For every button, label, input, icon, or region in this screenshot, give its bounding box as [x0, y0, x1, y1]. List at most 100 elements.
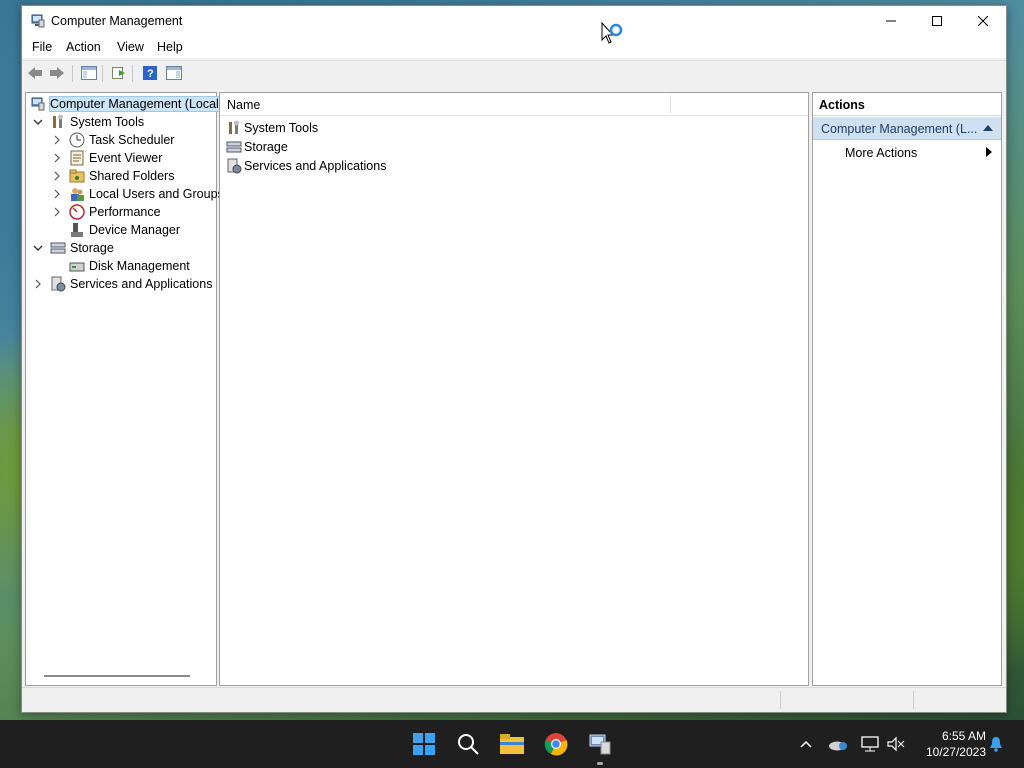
system-tools-icon [50, 114, 66, 130]
tree-item-event-viewer[interactable]: Event Viewer [51, 149, 162, 167]
chevron-right-icon[interactable] [32, 278, 44, 290]
actions-pane: Actions Computer Management (L... More A… [812, 92, 1002, 686]
minimize-icon [886, 20, 896, 22]
list-header: Name [220, 93, 808, 116]
toolbar: ? [22, 60, 1006, 86]
forward-button[interactable] [47, 64, 67, 82]
chevron-right-icon[interactable] [51, 170, 63, 182]
tree-item-performance[interactable]: Performance [51, 203, 161, 221]
clock-date: 10/27/2023 [925, 745, 986, 759]
tree-item-disk-management[interactable]: Disk Management [69, 257, 190, 275]
menu-view[interactable]: View [117, 40, 144, 54]
computer-management-icon [30, 96, 46, 112]
list-item-label: System Tools [244, 121, 319, 135]
tree-item-label: Disk Management [89, 259, 190, 273]
shared-folders-icon [69, 168, 85, 184]
horizontal-scrollbar[interactable] [44, 675, 190, 677]
tree-item-label: Device Manager [89, 223, 181, 237]
tree-item-label: Local Users and Groups [89, 187, 224, 201]
details-pane[interactable]: Name System Tools Storage Services and A… [219, 92, 809, 686]
mouse-cursor [601, 21, 627, 53]
tree-item-label: Computer Management (Local [49, 96, 220, 112]
network-tray[interactable] [860, 734, 880, 754]
busy-cursor-icon [601, 21, 623, 44]
tree-item-shared-folders[interactable]: Shared Folders [51, 167, 174, 185]
tree-item-services-and-applications[interactable]: Services and Applications [32, 275, 212, 293]
tree-item-label: Task Scheduler [89, 133, 175, 147]
column-header-name[interactable]: Name [227, 98, 260, 112]
onedrive-icon [829, 741, 847, 751]
computer-management-window: Computer Management File Action View Hel… [21, 5, 1007, 713]
network-icon [861, 736, 879, 752]
storage-icon [50, 240, 66, 256]
chevron-right-icon[interactable] [51, 152, 63, 164]
close-icon [978, 16, 988, 26]
list-item-storage[interactable]: Storage [226, 138, 288, 156]
console-tree[interactable]: Computer Management (Local System Tools … [25, 92, 224, 686]
actions-header: Actions [813, 93, 1001, 116]
status-bar [22, 687, 1006, 712]
show-hide-console-tree-button[interactable] [79, 64, 99, 82]
svg-text:?: ? [147, 68, 154, 80]
performance-icon [69, 204, 85, 220]
tree-item-computer-management[interactable]: Computer Management (Local [30, 95, 220, 113]
show-hide-console-tree-icon [81, 66, 97, 80]
start-button[interactable] [408, 728, 440, 760]
tree-item-local-users-and-groups[interactable]: Local Users and Groups [51, 185, 224, 203]
back-icon [28, 67, 42, 79]
tree-item-label: Shared Folders [89, 169, 175, 183]
chevron-right-icon[interactable] [51, 188, 63, 200]
maximize-button[interactable] [914, 6, 960, 36]
export-list-button[interactable] [109, 64, 129, 82]
back-button[interactable] [25, 64, 45, 82]
notifications-button[interactable] [986, 734, 1006, 754]
submenu-arrow-icon [986, 147, 992, 157]
computer-management-taskbar-button[interactable] [584, 728, 616, 760]
more-actions-item[interactable]: More Actions [813, 141, 1001, 163]
list-item-label: Storage [244, 140, 288, 154]
chrome-button[interactable] [540, 728, 572, 760]
tree-item-system-tools[interactable]: System Tools [32, 113, 144, 131]
taskbar: 6:55 AM 10/27/2023 [0, 720, 1024, 768]
menu-action[interactable]: Action [66, 40, 101, 54]
list-item-services-and-applications[interactable]: Services and Applications [226, 157, 386, 175]
file-explorer-icon [500, 734, 524, 754]
event-viewer-icon [69, 150, 85, 166]
tree-item-storage[interactable]: Storage [32, 239, 114, 257]
services-icon [50, 276, 66, 292]
close-button[interactable] [960, 6, 1006, 36]
title-bar[interactable]: Computer Management [22, 6, 1006, 36]
chevron-down-icon[interactable] [32, 116, 44, 128]
tree-item-device-manager[interactable]: Device Manager [69, 221, 180, 239]
file-explorer-button[interactable] [496, 728, 528, 760]
volume-tray[interactable] [886, 734, 906, 754]
menu-bar: File Action View Help [22, 36, 1006, 58]
services-icon [226, 158, 242, 174]
chevron-up-icon [800, 740, 812, 748]
clock-time: 6:55 AM [941, 729, 986, 743]
device-manager-icon [69, 222, 85, 238]
chevron-right-icon[interactable] [51, 134, 63, 146]
storage-icon [226, 139, 242, 155]
export-list-icon [112, 67, 125, 79]
running-indicator [597, 762, 603, 765]
actions-section-label: Computer Management (L... [821, 122, 978, 136]
list-item-system-tools[interactable]: System Tools [226, 119, 318, 137]
search-button[interactable] [452, 728, 484, 760]
tree-item-task-scheduler[interactable]: Task Scheduler [51, 131, 174, 149]
show-hidden-icons-button[interactable] [796, 734, 816, 754]
minimize-button[interactable] [868, 6, 914, 36]
help-button[interactable]: ? [140, 64, 160, 82]
show-hide-action-pane-button[interactable] [164, 64, 184, 82]
chevron-down-icon[interactable] [32, 242, 44, 254]
menu-help[interactable]: Help [157, 40, 183, 54]
menu-file[interactable]: File [32, 40, 52, 54]
actions-section-computer-management[interactable]: Computer Management (L... [813, 117, 1001, 140]
clock[interactable]: 6:55 AM 10/27/2023 [912, 728, 986, 760]
users-icon [69, 186, 85, 202]
chevron-right-icon[interactable] [51, 206, 63, 218]
actions-title: Actions [819, 98, 865, 112]
onedrive-tray[interactable] [828, 734, 848, 754]
column-divider[interactable] [670, 95, 671, 113]
computer-management-icon [30, 13, 46, 29]
